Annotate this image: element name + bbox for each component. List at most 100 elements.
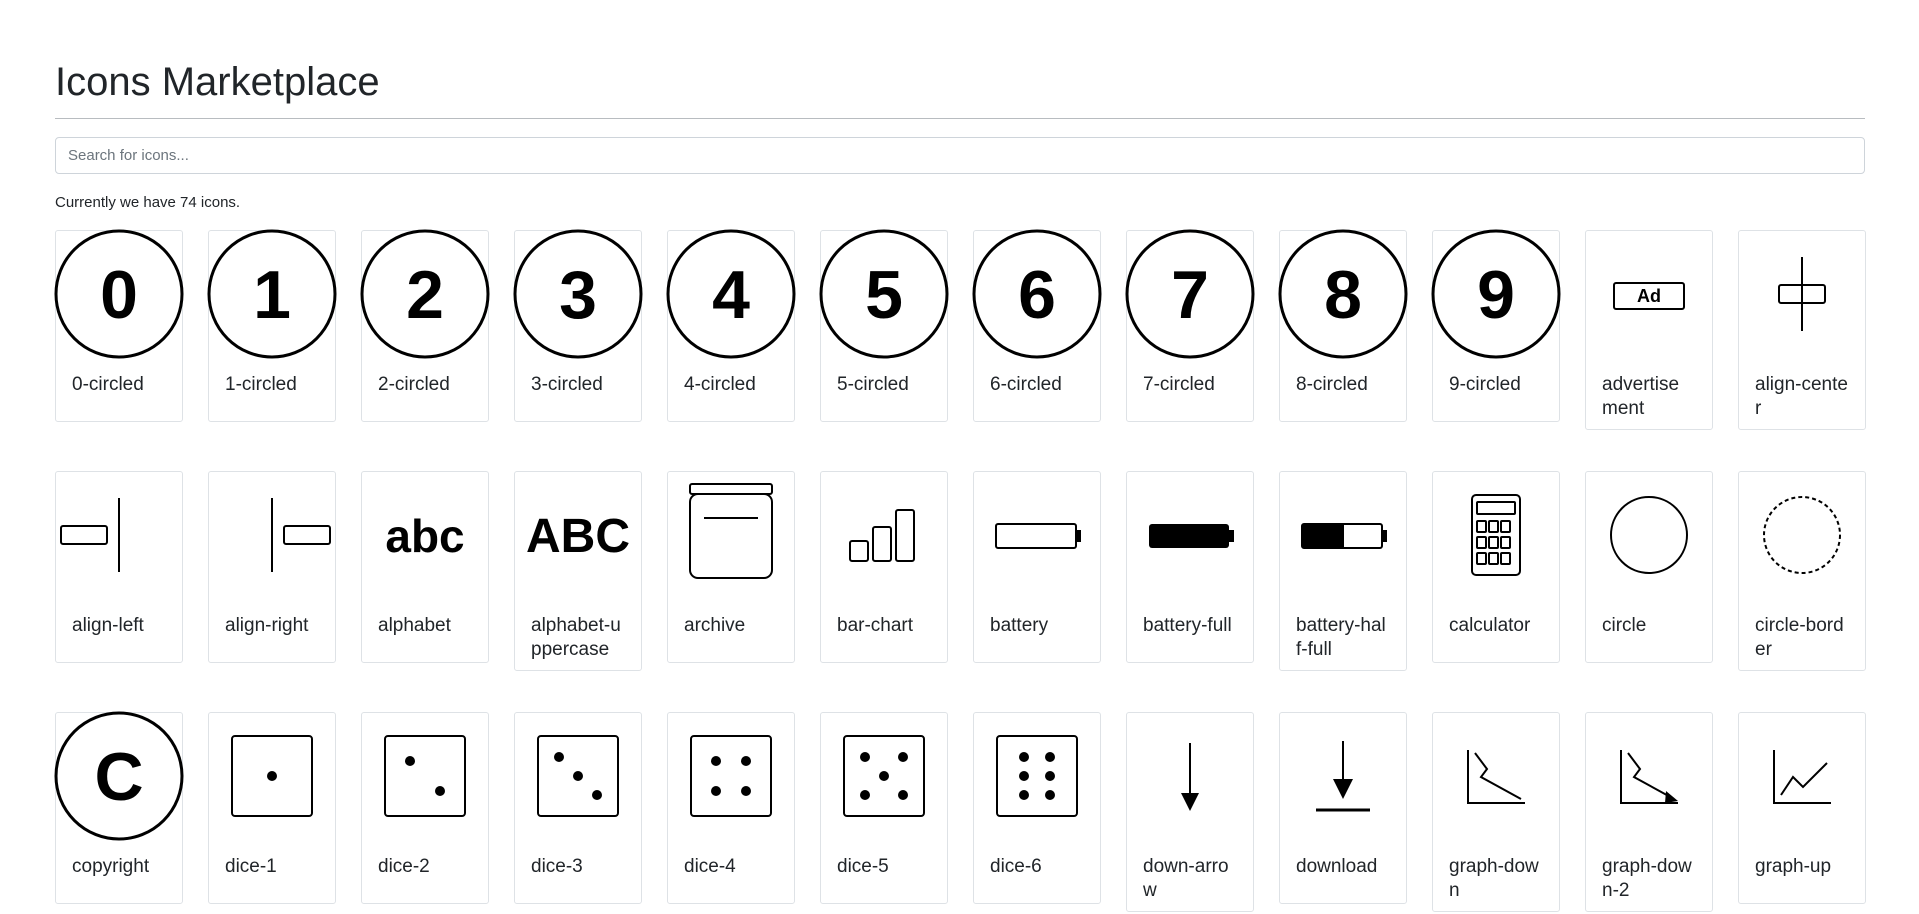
icon-label: dice-2 — [378, 856, 430, 877]
icon-card[interactable]: 8 8-circled — [1278, 229, 1408, 422]
calculator-icon — [1433, 472, 1559, 598]
icon-card[interactable]: 1 1-circled — [207, 229, 337, 422]
svg-text:5: 5 — [865, 257, 903, 333]
dice-4-icon — [668, 713, 794, 839]
icon-count-text: Currently we have 74 icons. — [55, 194, 241, 211]
3-circled-icon: 3 — [513, 229, 643, 359]
icon-label: 3-circled — [531, 374, 603, 395]
icon-label: 7-circled — [1143, 374, 1215, 395]
svg-text:C: C — [94, 739, 143, 815]
icon-card[interactable]: 5 5-circled — [819, 229, 949, 422]
svg-text:6: 6 — [1018, 257, 1056, 333]
dice-6-icon — [974, 713, 1100, 839]
svg-text:ABC: ABC — [526, 510, 630, 563]
down-arrow-icon — [1127, 713, 1253, 839]
icon-card[interactable]: down-arrow — [1126, 712, 1254, 912]
icon-label: battery-full — [1143, 615, 1232, 636]
icon-card[interactable]: graph-down-2 — [1585, 712, 1713, 912]
svg-text:7: 7 — [1171, 257, 1209, 333]
icon-card[interactable]: archive — [667, 471, 795, 663]
icon-label: 4-circled — [684, 374, 756, 395]
icon-label: alphabet-uppercase — [531, 615, 621, 660]
icon-card[interactable]: 9 9-circled — [1431, 229, 1561, 422]
icon-card[interactable]: battery — [973, 471, 1101, 663]
battery-icon — [974, 472, 1100, 598]
icon-label: align-left — [72, 615, 144, 636]
icon-card[interactable]: dice-6 — [973, 712, 1101, 904]
icon-label: dice-4 — [684, 856, 736, 877]
icon-card[interactable]: graph-down — [1432, 712, 1560, 912]
icon-label: graph-down — [1449, 856, 1539, 901]
icon-card[interactable]: dice-3 — [514, 712, 642, 904]
advertisement-icon: Ad — [1586, 231, 1712, 357]
archive-icon — [668, 472, 794, 598]
icon-card[interactable]: battery-half-full — [1279, 471, 1407, 671]
9-circled-icon: 9 — [1431, 229, 1561, 359]
5-circled-icon: 5 — [819, 229, 949, 359]
icon-card[interactable]: Ccopyright — [54, 711, 184, 904]
icon-card[interactable]: dice-4 — [667, 712, 795, 904]
8-circled-icon: 8 — [1278, 229, 1408, 359]
icon-card[interactable]: abc alphabet — [361, 471, 489, 663]
svg-text:abc: abc — [385, 510, 464, 562]
icon-card[interactable]: 2 2-circled — [360, 229, 490, 422]
svg-text:8: 8 — [1324, 257, 1362, 333]
icon-card[interactable]: align-left — [55, 471, 183, 663]
battery-half-full-icon — [1280, 472, 1406, 598]
icon-label: battery-half-full — [1296, 615, 1386, 660]
icon-card[interactable]: graph-up — [1738, 712, 1866, 904]
icon-label: down-arrow — [1143, 856, 1229, 901]
svg-text:Ad: Ad — [1637, 286, 1661, 306]
icon-label: 6-circled — [990, 374, 1062, 395]
7-circled-icon: 7 — [1125, 229, 1255, 359]
icon-card[interactable]: 7 7-circled — [1125, 229, 1255, 422]
dice-2-icon — [362, 713, 488, 839]
title-divider — [55, 118, 1865, 119]
icon-card[interactable]: 4 4-circled — [666, 229, 796, 422]
icon-label: graph-up — [1755, 856, 1832, 877]
icon-label: advertise ment — [1602, 374, 1680, 419]
dice-5-icon — [821, 713, 947, 839]
2-circled-icon: 2 — [360, 229, 490, 359]
svg-text:3: 3 — [559, 257, 597, 333]
icon-label: copyright — [72, 856, 150, 877]
icon-card[interactable]: download — [1279, 712, 1407, 904]
search-input[interactable] — [55, 137, 1865, 174]
copyright-icon: C — [54, 711, 184, 841]
bar-chart-icon — [821, 472, 947, 598]
icon-card[interactable]: ABC alphabet-uppercase — [514, 471, 642, 671]
icon-card[interactable]: 3 3-circled — [513, 229, 643, 422]
graph-down-2-icon — [1586, 713, 1712, 839]
icon-label: bar-chart — [837, 615, 914, 636]
icon-label: align-center — [1755, 374, 1848, 419]
icon-card[interactable]: align-center — [1738, 230, 1866, 430]
4-circled-icon: 4 — [666, 229, 796, 359]
dice-1-icon — [209, 713, 335, 839]
icon-label: download — [1296, 856, 1378, 877]
dice-3-icon — [515, 713, 641, 839]
icon-card[interactable]: Ad advertise ment — [1585, 230, 1713, 430]
icon-card[interactable]: circle — [1585, 471, 1713, 663]
icon-card[interactable]: circle-border — [1738, 471, 1866, 671]
icon-card[interactable]: calculator — [1432, 471, 1560, 663]
icon-card[interactable]: 6 6-circled — [972, 229, 1102, 422]
icon-card[interactable]: dice-2 — [361, 712, 489, 904]
icon-label: 5-circled — [837, 374, 909, 395]
align-left-icon — [56, 472, 182, 598]
icon-card[interactable]: 0 0-circled — [54, 229, 184, 422]
icon-card[interactable]: dice-1 — [208, 712, 336, 904]
icon-card[interactable]: dice-5 — [820, 712, 948, 904]
icon-label: 0-circled — [72, 374, 144, 395]
icon-card[interactable]: bar-chart — [820, 471, 948, 663]
icon-label: 2-circled — [378, 374, 450, 395]
alphabet-uppercase-icon: ABC — [515, 472, 641, 598]
icon-card[interactable]: battery-full — [1126, 471, 1254, 663]
icon-label: dice-1 — [225, 856, 277, 877]
svg-text:0: 0 — [100, 257, 138, 333]
align-center-icon — [1739, 231, 1865, 357]
icon-label: dice-3 — [531, 856, 583, 877]
svg-text:1: 1 — [253, 257, 291, 333]
1-circled-icon: 1 — [207, 229, 337, 359]
download-icon — [1280, 713, 1406, 839]
icon-card[interactable]: align-right — [208, 471, 336, 663]
